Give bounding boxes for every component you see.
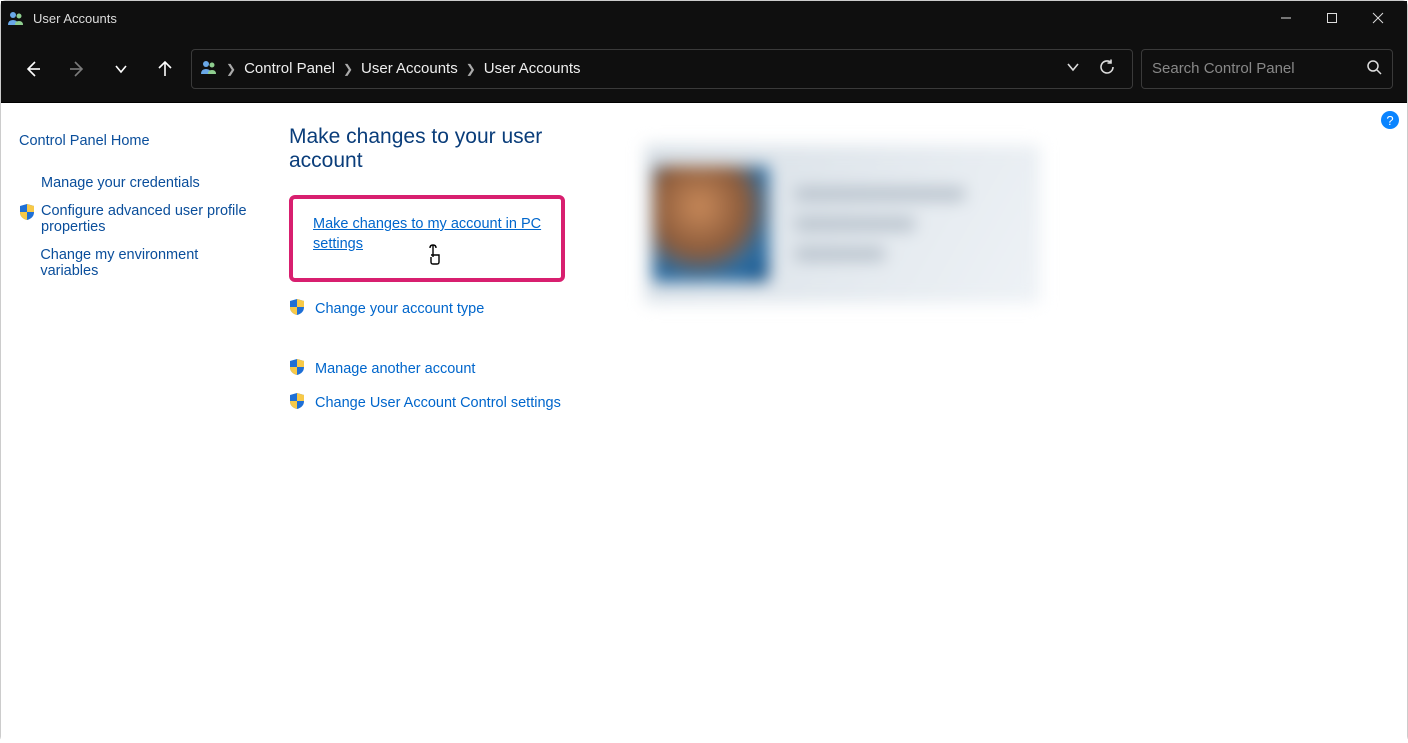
account-name-blurred — [795, 187, 965, 201]
search-icon[interactable] — [1366, 59, 1382, 79]
maximize-button[interactable] — [1309, 1, 1355, 35]
window-title: User Accounts — [33, 11, 117, 26]
action-label: Manage another account — [315, 361, 475, 377]
up-button[interactable] — [147, 51, 183, 87]
sidebar-item-label: Change my environment variables — [40, 247, 251, 279]
manage-another-account-link[interactable]: Manage another account — [289, 352, 589, 386]
breadcrumb-item[interactable]: User Accounts — [361, 60, 458, 77]
help-icon[interactable]: ? — [1381, 111, 1399, 129]
sidebar: Control Panel Home Manage your credentia… — [1, 103, 261, 743]
sidebar-item-manage-credentials[interactable]: Manage your credentials — [19, 169, 251, 197]
shield-icon — [19, 203, 35, 225]
account-role-blurred — [795, 247, 885, 261]
chevron-right-icon[interactable]: ❯ — [226, 62, 236, 76]
refresh-button[interactable] — [1098, 58, 1116, 80]
search-input[interactable] — [1152, 60, 1358, 77]
action-label: Change User Account Control settings — [315, 395, 561, 411]
address-dropdown-button[interactable] — [1066, 60, 1080, 78]
change-account-type-link[interactable]: Change your account type — [289, 292, 589, 326]
sidebar-item-configure-advanced[interactable]: Configure advanced user profile properti… — [19, 197, 251, 241]
breadcrumb-item[interactable]: User Accounts — [484, 60, 581, 77]
shield-icon — [289, 392, 305, 414]
forward-button[interactable] — [59, 51, 95, 87]
user-accounts-icon — [7, 9, 25, 27]
breadcrumb-item[interactable]: Control Panel — [244, 60, 335, 77]
shield-icon — [289, 298, 305, 320]
search-bar[interactable] — [1141, 49, 1393, 89]
change-uac-settings-link[interactable]: Change User Account Control settings — [289, 386, 589, 420]
sidebar-item-env-vars[interactable]: Change my environment variables — [19, 241, 251, 285]
address-bar[interactable]: ❯ Control Panel ❯ User Accounts ❯ User A… — [191, 49, 1133, 89]
main-panel: Make changes to your user account Make c… — [261, 103, 1407, 743]
page-heading: Make changes to your user account — [289, 125, 589, 173]
chevron-right-icon[interactable]: ❯ — [466, 62, 476, 76]
account-info-card — [645, 145, 1040, 303]
sidebar-item-label: Manage your credentials — [41, 175, 200, 191]
avatar — [653, 166, 769, 282]
recent-dropdown-button[interactable] — [103, 51, 139, 87]
navbar: ❯ Control Panel ❯ User Accounts ❯ User A… — [1, 35, 1407, 103]
content-area: ? Control Panel Home Manage your credent… — [1, 103, 1407, 743]
minimize-button[interactable] — [1263, 1, 1309, 35]
highlighted-region: Make changes to my account in PC setting… — [289, 195, 565, 282]
back-button[interactable] — [15, 51, 51, 87]
account-type-blurred — [795, 217, 915, 231]
sidebar-item-label: Configure advanced user profile properti… — [41, 203, 251, 235]
user-accounts-icon — [200, 58, 218, 80]
close-button[interactable] — [1355, 1, 1401, 35]
titlebar: User Accounts — [1, 1, 1407, 35]
action-label: Change your account type — [315, 301, 484, 317]
chevron-right-icon[interactable]: ❯ — [343, 62, 353, 76]
sidebar-item-label: Control Panel Home — [19, 133, 150, 149]
cursor-icon — [427, 243, 445, 270]
control-panel-home-link[interactable]: Control Panel Home — [19, 127, 251, 155]
shield-icon — [289, 358, 305, 380]
